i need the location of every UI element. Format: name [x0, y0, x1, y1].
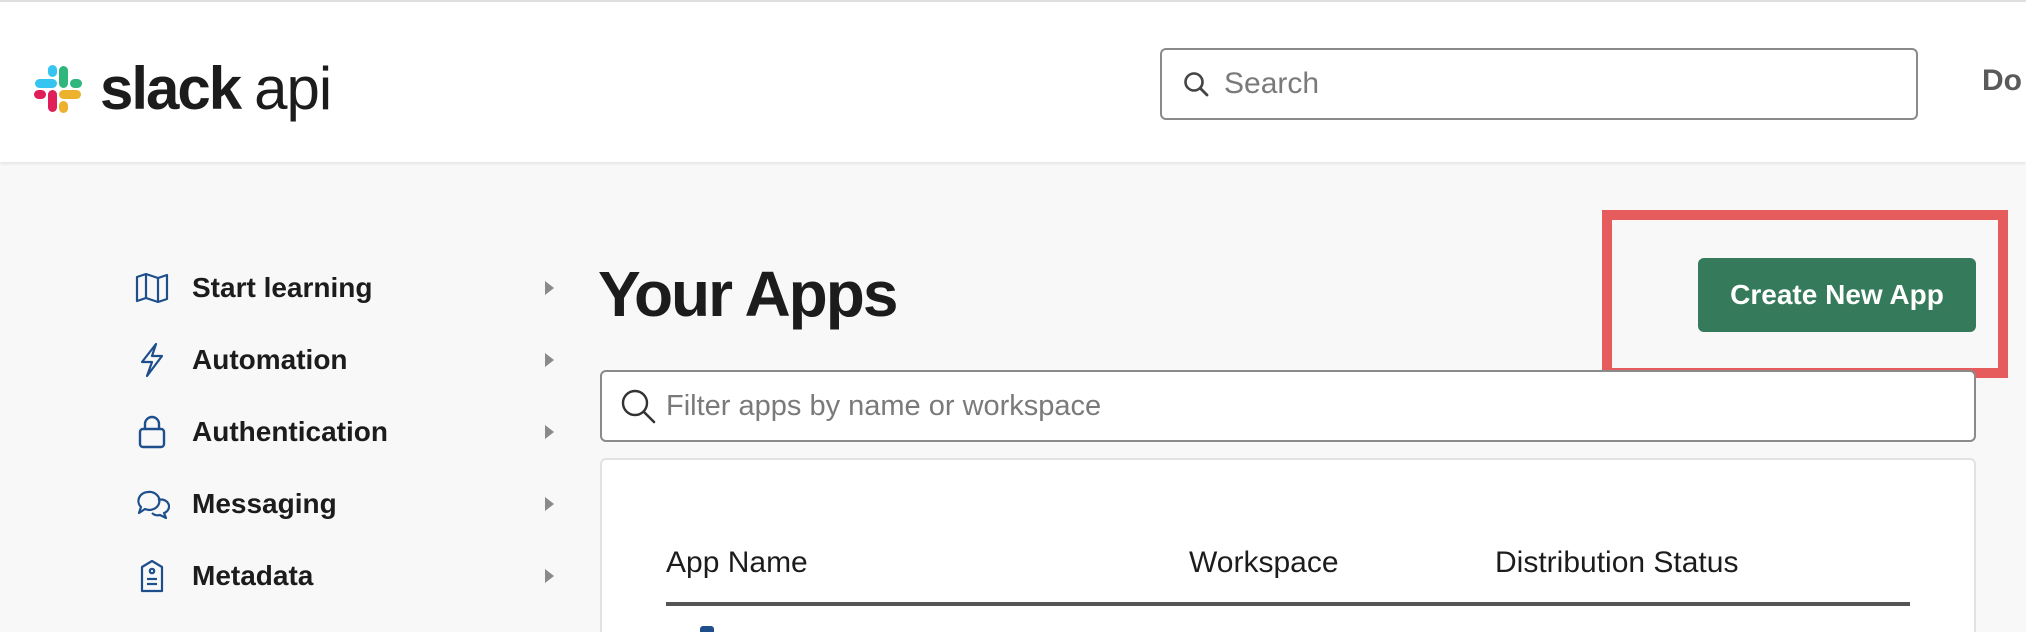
create-new-app-button[interactable]: Create New App: [1698, 258, 1976, 332]
column-header-workspace[interactable]: Workspace: [1189, 546, 1339, 580]
app-icon[interactable]: [700, 626, 714, 632]
caret-right-icon[interactable]: [545, 569, 554, 583]
slack-api-logo[interactable]: slack api: [28, 55, 332, 122]
column-header-distribution-status[interactable]: Distribution Status: [1495, 546, 1738, 580]
sidebar-item-authentication[interactable]: Authentication: [132, 396, 562, 468]
caret-right-icon[interactable]: [545, 497, 554, 511]
sidebar-item-metadata[interactable]: Metadata: [132, 540, 562, 612]
sidebar-item-automation[interactable]: Automation: [132, 324, 562, 396]
sidebar-item-label: Messaging: [192, 488, 337, 519]
column-header-app-name[interactable]: App Name: [666, 546, 808, 580]
sidebar-item-label: Automation: [192, 344, 348, 375]
caret-right-icon[interactable]: [545, 353, 554, 367]
sidebar-item-label: Start learning: [192, 272, 373, 303]
map-icon: [132, 268, 172, 308]
app-filter[interactable]: [600, 370, 1976, 442]
caret-right-icon[interactable]: [545, 425, 554, 439]
caret-right-icon[interactable]: [545, 281, 554, 295]
search-icon: [1184, 72, 1209, 97]
search-icon: [621, 389, 656, 424]
filter-apps-input[interactable]: [666, 389, 1946, 423]
nav-link-docs[interactable]: Do: [1982, 64, 2022, 98]
slack-logo-icon: [34, 65, 82, 113]
search-input[interactable]: [1224, 67, 1904, 101]
sidebar-item-label: Metadata: [192, 560, 314, 591]
document-tag-icon: [132, 556, 172, 596]
lightning-icon: [132, 340, 172, 380]
sidebar-item-messaging[interactable]: Messaging: [132, 468, 562, 540]
page-title: Your Apps: [598, 258, 898, 330]
sidebar: Start learning Automation Authentication: [132, 252, 562, 632]
lock-icon: [132, 412, 172, 452]
top-navigation-bar: slack api Do: [0, 0, 2026, 162]
table-header-divider: [666, 602, 1910, 606]
sidebar-item-start-learning[interactable]: Start learning: [132, 252, 562, 324]
chat-bubbles-icon: [132, 484, 172, 524]
sidebar-item-partial[interactable]: [132, 612, 562, 632]
site-search[interactable]: [1160, 48, 1918, 120]
logo-suffix: api: [254, 55, 332, 122]
logo-wordmark: slack: [100, 55, 242, 122]
sidebar-item-label: Authentication: [192, 416, 388, 447]
